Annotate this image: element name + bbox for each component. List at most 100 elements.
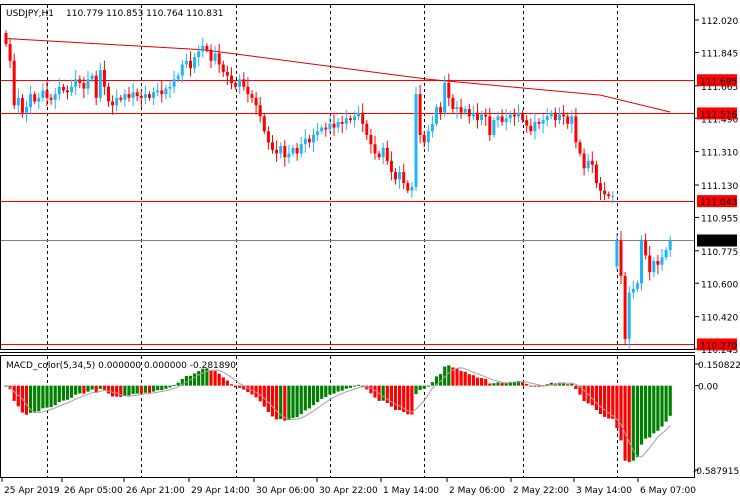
macd-bar [574,385,578,389]
bear-candle [385,147,389,161]
macd-bar [37,385,41,412]
macd-bar [324,385,328,398]
price-tick-label: 112.020 [701,17,738,27]
bear-candle [94,75,98,98]
bear-candle [234,83,238,87]
bear-candle [4,32,8,45]
macd-bar [656,385,660,431]
macd-bar [590,385,594,406]
bear-candle [537,121,541,124]
time-axis: 25 Apr 2019 26 Apr 05:00 26 Apr 21:00 29 Ap… [1,478,696,496]
price-axis: 112.020111.845111.665111.490111.310111.1… [693,17,740,477]
bear-candle [394,172,397,180]
macd-bar [70,385,74,398]
bull-candle [533,121,537,132]
bear-candle [189,60,192,69]
bull-candle [123,94,127,100]
macd-bar [291,385,295,418]
bull-candle [353,116,356,121]
bear-candle [33,94,37,102]
bear-candle [254,97,258,106]
macd-bar [615,385,619,428]
macd-bar [213,370,217,386]
macd-bar [500,383,504,386]
macd-bar [311,385,316,406]
bull-candle [328,123,332,130]
bear-candle [488,116,492,135]
bull-candle [180,64,184,76]
time-tick-label: 6 May 07:00 [640,486,696,496]
bull-candle [57,86,61,95]
bull-candle [631,288,635,293]
bull-candle [627,292,631,339]
bull-candle [303,138,307,145]
bear-candle [521,112,525,121]
macd-bar [24,385,29,415]
bull-candle [201,45,205,52]
bear-candle [258,105,262,117]
bull-candle [517,112,520,117]
bear-candle [553,112,557,121]
bear-candle [459,107,463,113]
macd-bar [644,385,648,439]
bull-candle [312,134,315,143]
macd-bar [381,385,385,401]
macd-bar [49,385,53,408]
bear-candle [160,90,164,95]
bear-candle [242,79,246,87]
bull-candle [168,86,172,89]
bear-candle [377,153,381,158]
main-pane-frame [0,4,695,350]
bull-candle [611,196,615,198]
time-tick-label: 30 Apr 06:00 [256,486,315,496]
price-tick-label: 110.420 [701,314,738,324]
macd-bar [139,385,143,394]
bull-candle [143,94,147,98]
bear-candle [484,114,488,117]
bear-candle [246,86,250,95]
bull-candle [279,146,283,154]
bull-candle [86,79,90,89]
bear-candle [225,71,229,76]
bear-candle [8,44,12,61]
macd-bar [639,385,644,445]
bull-candle [455,107,459,109]
bull-candle [336,121,340,128]
bear-candle [148,94,151,98]
bear-candle [139,96,143,98]
macd-bar [217,373,221,386]
bull-candle [115,97,119,106]
macd-bar [135,385,139,394]
macd-bar [414,385,418,395]
time-tick-label: 3 May 14:00 [576,486,632,496]
time-tick-label: 26 Apr 05:00 [64,486,123,496]
bull-candle [98,70,102,98]
bull-candle [664,249,668,258]
bear-candle [447,83,451,98]
bear-candle [250,94,254,98]
bear-candle [656,261,660,265]
macd-bar [320,385,324,399]
macd-bar [283,385,287,421]
price-chart[interactable]: 112.020111.845111.665111.490111.310111.1… [0,0,740,500]
bear-candle [66,90,69,93]
macd-bar [525,384,529,386]
macd-bar [471,375,475,386]
bull-candle [213,53,217,61]
current-price-label: 110.831 [700,238,737,248]
price-tick-label: 110.775 [701,248,738,258]
bull-candle [344,118,348,124]
bull-candle [25,107,28,113]
bull-candle [549,112,553,117]
macd-bar [127,385,131,396]
bull-candle [492,120,496,135]
macd-bar [225,380,229,386]
macd-bar [172,385,176,387]
bear-candle [111,101,115,106]
bull-candle [70,86,74,93]
bull-candle [426,131,430,143]
macd-bar [176,382,180,386]
macd-bar [53,385,57,406]
bull-candle [41,90,45,98]
level-price-label: 111.043 [700,198,737,208]
